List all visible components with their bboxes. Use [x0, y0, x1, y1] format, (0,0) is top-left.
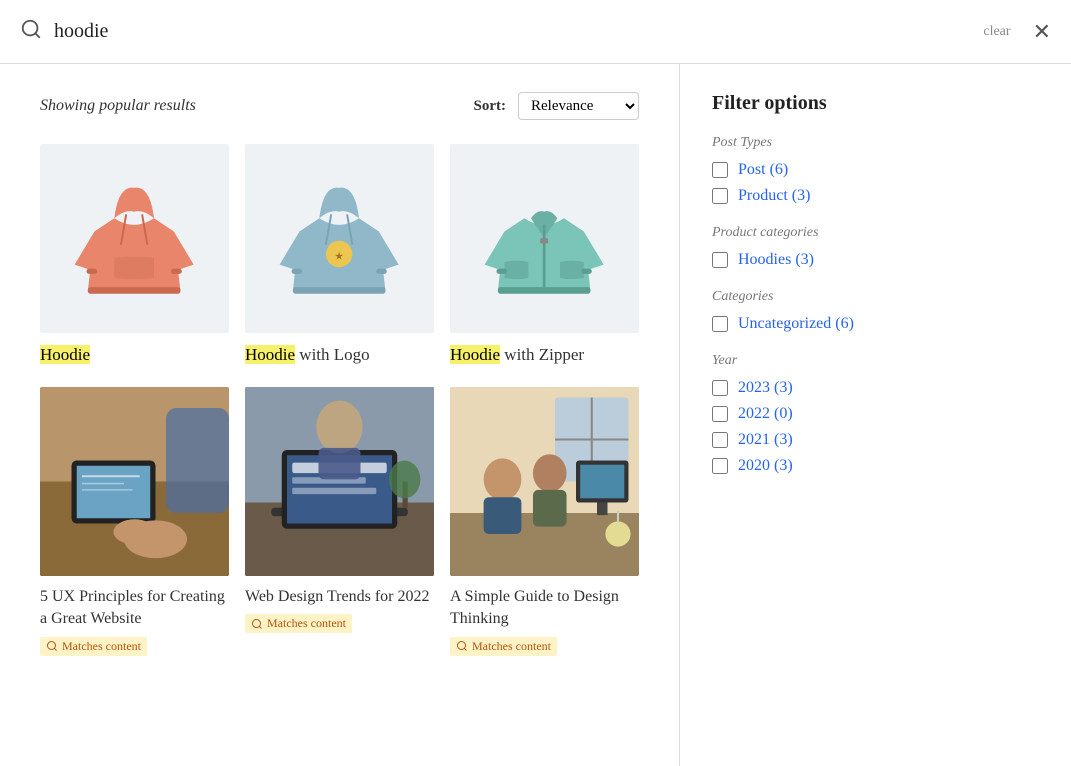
filter-checkbox-2021[interactable] [712, 432, 728, 448]
filter-item: Uncategorized (6) [712, 315, 968, 333]
sort-select[interactable]: Relevance Date Price [518, 92, 639, 120]
filter-section-label: Categories [712, 289, 968, 305]
clear-button[interactable]: clear [983, 24, 1010, 40]
filter-section-year: Year 2023 (3) 2022 (0) 2021 (3) 2020 (3) [712, 353, 968, 475]
highlight: Hoodie [450, 345, 500, 364]
filter-section-label: Product categories [712, 225, 968, 241]
filter-section-label: Year [712, 353, 968, 369]
highlight: Hoodie [245, 345, 295, 364]
blog-card[interactable]: A Simple Guide to Design Thinking Matche… [450, 387, 639, 656]
filter-label-uncategorized[interactable]: Uncategorized (6) [738, 315, 854, 333]
search-icon [20, 18, 42, 46]
filter-panel: Filter options Post Types Post (6) Produ… [680, 64, 1000, 766]
filter-checkbox-2023[interactable] [712, 380, 728, 396]
filter-section-label: Post Types [712, 135, 968, 151]
blog-title: A Simple Guide to Design Thinking [450, 586, 639, 631]
filter-section-categories: Categories Uncategorized (6) [712, 289, 968, 333]
highlight: Hoodie [40, 345, 90, 364]
hoodie-teal-svg [478, 172, 610, 304]
results-panel: Showing popular results Sort: Relevance … [0, 64, 680, 766]
product-image [40, 144, 229, 333]
filter-item: 2020 (3) [712, 457, 968, 475]
filter-label-2023[interactable]: 2023 (3) [738, 379, 793, 397]
main-layout: Showing popular results Sort: Relevance … [0, 64, 1071, 766]
hoodie-blue-svg: ★ [273, 172, 405, 304]
search-small-icon [456, 640, 468, 652]
filter-item: Post (6) [712, 161, 968, 179]
blog-title: 5 UX Principles for Creating a Great Web… [40, 586, 229, 631]
filter-item: 2023 (3) [712, 379, 968, 397]
product-image: ★ [245, 144, 434, 333]
product-title: Hoodie [40, 343, 229, 367]
filter-checkbox-hoodies[interactable] [712, 252, 728, 268]
matches-label: Matches content [267, 616, 346, 631]
blog-image [40, 387, 229, 576]
showing-text: Showing popular results [40, 97, 196, 115]
product-image [450, 144, 639, 333]
filter-label-2021[interactable]: 2021 (3) [738, 431, 793, 449]
filter-label-2022[interactable]: 2022 (0) [738, 405, 793, 423]
filter-item: 2022 (0) [712, 405, 968, 423]
filter-title: Filter options [712, 92, 968, 115]
blog-card[interactable]: Web Design Trends for 2022 Matches conte… [245, 387, 434, 656]
matches-badge: Matches content [245, 614, 352, 633]
filter-checkbox-product[interactable] [712, 188, 728, 204]
filter-checkbox-uncategorized[interactable] [712, 316, 728, 332]
filter-checkbox-post[interactable] [712, 162, 728, 178]
product-card[interactable]: Hoodie [40, 144, 229, 367]
blog-image [450, 387, 639, 576]
filter-label-post[interactable]: Post (6) [738, 161, 788, 179]
search-input[interactable] [54, 20, 971, 43]
results-header: Showing popular results Sort: Relevance … [40, 92, 639, 120]
search-bar: clear ✕ [0, 0, 1071, 64]
matches-badge: Matches content [40, 637, 147, 656]
product-card[interactable]: ★ Hoodie with Logo [245, 144, 434, 367]
filter-section-post-types: Post Types Post (6) Product (3) [712, 135, 968, 205]
matches-label: Matches content [472, 639, 551, 654]
close-button[interactable]: ✕ [1033, 19, 1051, 45]
matches-label: Matches content [62, 639, 141, 654]
blog-card[interactable]: 5 UX Principles for Creating a Great Web… [40, 387, 229, 656]
filter-label-product[interactable]: Product (3) [738, 187, 810, 205]
search-small-icon [46, 640, 58, 652]
filter-item: 2021 (3) [712, 431, 968, 449]
filter-label-hoodies[interactable]: Hoodies (3) [738, 251, 814, 269]
matches-badge: Matches content [450, 637, 557, 656]
filter-checkbox-2020[interactable] [712, 458, 728, 474]
blog-grid: 5 UX Principles for Creating a Great Web… [40, 387, 639, 656]
filter-section-product-categories: Product categories Hoodies (3) [712, 225, 968, 269]
svg-text:★: ★ [335, 252, 345, 263]
filter-item: Product (3) [712, 187, 968, 205]
sort-label: Sort: [474, 98, 507, 115]
search-small-icon [251, 618, 263, 630]
filter-checkbox-2022[interactable] [712, 406, 728, 422]
product-grid: Hoodie ★ [40, 144, 639, 367]
filter-item: Hoodies (3) [712, 251, 968, 269]
hoodie-coral-svg [68, 172, 200, 304]
product-title: Hoodie with Logo [245, 343, 434, 367]
product-card[interactable]: Hoodie with Zipper [450, 144, 639, 367]
blog-title: Web Design Trends for 2022 [245, 586, 434, 608]
product-title: Hoodie with Zipper [450, 343, 639, 367]
blog-image [245, 387, 434, 576]
filter-label-2020[interactable]: 2020 (3) [738, 457, 793, 475]
